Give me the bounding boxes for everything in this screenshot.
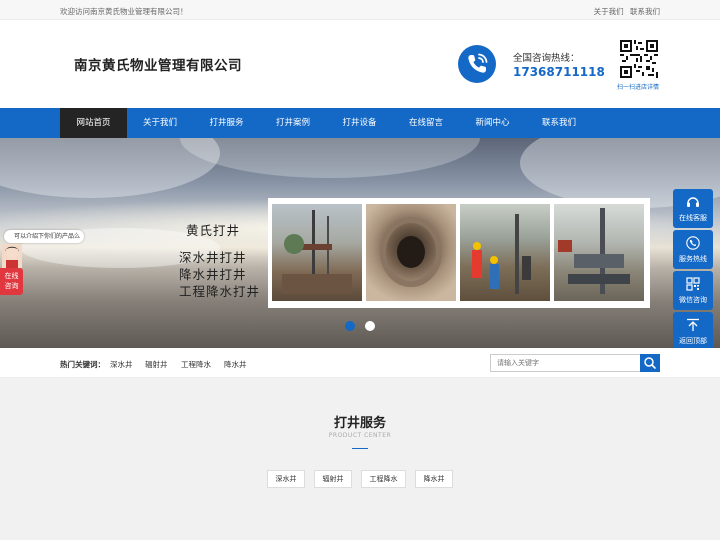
nav-item-about[interactable]: 关于我们	[127, 108, 193, 138]
nav-item-news[interactable]: 新闻中心	[459, 108, 526, 138]
chat-consult-button[interactable]: 在线 咨询	[0, 268, 23, 295]
service-tab-deep-well[interactable]: 深水井	[267, 470, 305, 488]
search-button[interactable]	[640, 354, 660, 372]
hero-banner[interactable]: 黄氏打井 深水井打井 降水井打井 工程降水打井	[0, 138, 720, 348]
phone-icon	[686, 236, 700, 250]
hotline-label: 全国咨询热线：	[513, 53, 580, 64]
service-tab-radial-well[interactable]: 辐射井	[314, 470, 352, 488]
service-tab-dewatering-well[interactable]: 降水井	[415, 470, 453, 488]
slider-dot-1[interactable]	[345, 321, 355, 331]
search-icon	[644, 357, 656, 369]
top-link-contact[interactable]: 联系我们	[630, 7, 660, 16]
nav-item-services[interactable]: 打井服务	[193, 108, 260, 138]
service-tab-dewatering[interactable]: 工程降水	[361, 470, 406, 488]
nav-item-cases[interactable]: 打井案例	[260, 108, 326, 138]
headset-icon	[686, 195, 700, 209]
qr-caption: 扫一扫进店详情	[617, 84, 660, 91]
agent-avatar	[2, 244, 22, 268]
hotline-number[interactable]: 17368711118	[513, 65, 605, 79]
slider-dot-2[interactable]	[365, 321, 375, 331]
company-name[interactable]: 南京黄氏物业管理有限公司	[74, 54, 242, 74]
drilling-photo-4	[554, 204, 644, 301]
arrow-up-icon	[686, 318, 700, 332]
top-link-about[interactable]: 关于我们	[594, 7, 624, 16]
section-subtitle: PRODUCT CENTER	[328, 432, 392, 439]
nav-item-message[interactable]: 在线留言	[393, 108, 459, 138]
top-links: 关于我们 联系我们	[590, 6, 660, 17]
keyword-link[interactable]: 深水井	[110, 359, 133, 370]
nav-item-contact[interactable]: 联系我们	[526, 108, 592, 138]
section-title: 打井服务	[333, 416, 386, 431]
qr-code-icon	[620, 40, 658, 78]
banner-photo-strip	[268, 198, 650, 308]
section-divider	[352, 448, 368, 449]
phone-icon	[458, 45, 496, 83]
chat-prompt-bubble[interactable]: 可以介绍下你们的产品么	[4, 230, 84, 243]
drilling-photo-2	[366, 204, 456, 301]
search-input[interactable]	[490, 354, 641, 372]
float-online-service[interactable]: 在线客服	[673, 189, 713, 228]
keywords-title: 热门关键词：	[60, 360, 105, 369]
drilling-photo-1	[272, 204, 362, 301]
welcome-text: 欢迎访问南京黄氏物业管理有限公司！	[60, 7, 188, 16]
qr-icon	[686, 277, 700, 291]
main-nav: 网站首页 关于我们 打井服务 打井案例 打井设备 在线留言 新闻中心 联系我们	[0, 108, 720, 138]
banner-title: 黄氏打井	[186, 223, 241, 238]
float-service-hotline[interactable]: 服务热线	[673, 230, 713, 269]
drilling-photo-3	[460, 204, 550, 301]
nav-item-home[interactable]: 网站首页	[60, 108, 127, 138]
services-section: 打井服务 PRODUCT CENTER 深水井 辐射井 工程降水 降水井	[0, 378, 720, 540]
header: 南京黄氏物业管理有限公司 全国咨询热线： 17368711118 扫一扫进店详情	[0, 21, 720, 108]
keyword-link[interactable]: 工程降水	[181, 359, 211, 370]
float-wechat[interactable]: 微信咨询	[673, 271, 713, 310]
keyword-link[interactable]: 辐射井	[145, 359, 168, 370]
banner-line-3: 工程降水打井	[179, 284, 261, 299]
top-bar: 欢迎访问南京黄氏物业管理有限公司！ 关于我们 联系我们	[0, 0, 720, 20]
nav-item-equipment[interactable]: 打井设备	[326, 108, 393, 138]
keyword-bar: 热门关键词： 深水井 辐射井 工程降水 降水井	[0, 348, 720, 378]
page: 欢迎访问南京黄氏物业管理有限公司！ 关于我们 联系我们 南京黄氏物业管理有限公司…	[0, 0, 720, 540]
float-back-to-top[interactable]: 返回顶部	[673, 312, 713, 351]
keyword-link[interactable]: 降水井	[224, 359, 247, 370]
